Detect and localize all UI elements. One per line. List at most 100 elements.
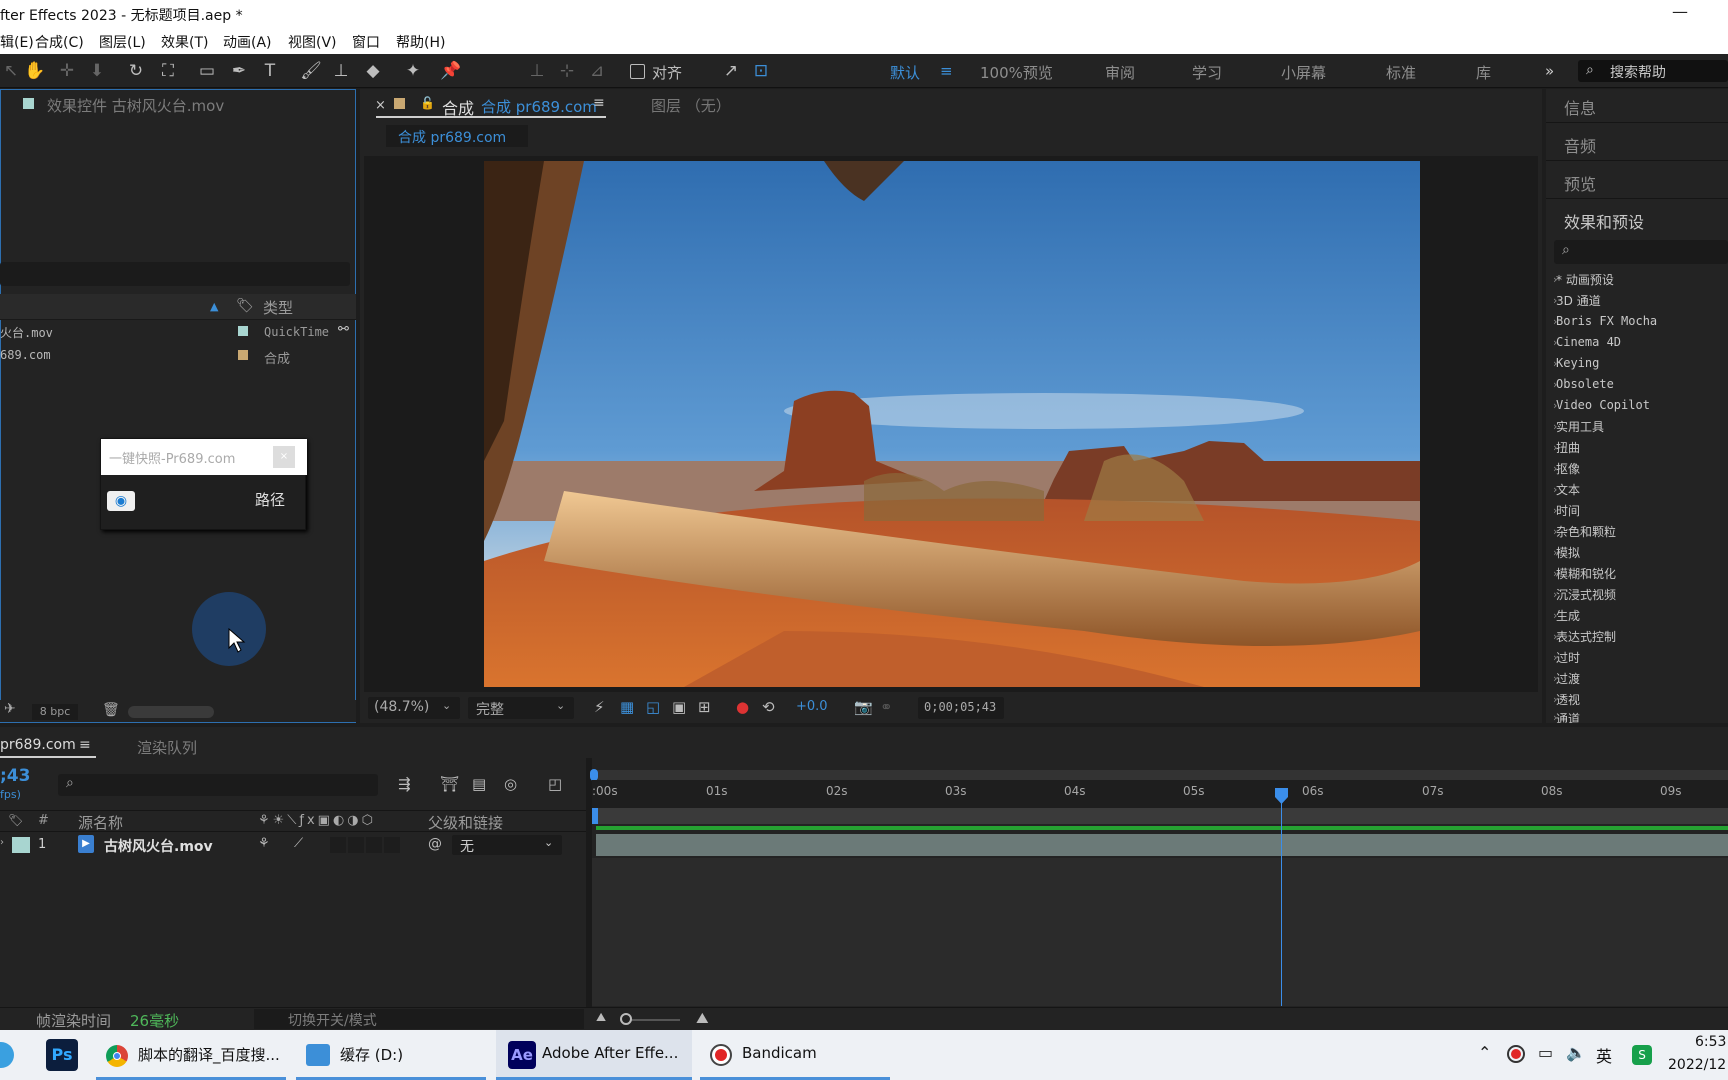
menu-effect[interactable]: 效果(T) [161, 32, 208, 52]
taskbar-item-chrome[interactable]: 脚本的翻译_百度搜... [96, 1030, 286, 1080]
effects-category[interactable]: 表达式控制 [1556, 628, 1616, 645]
eraser-tool-icon[interactable]: ◆ [362, 60, 384, 82]
zoom-in-icon[interactable]: ⛰ [696, 1009, 709, 1027]
effects-category[interactable]: 模拟 [1556, 544, 1580, 561]
align-checkbox[interactable] [630, 64, 645, 79]
workspace-review[interactable]: 审阅 [1105, 62, 1135, 83]
toggle-switches-modes-button[interactable]: 切换开关/模式 [254, 1009, 584, 1029]
clock-date[interactable]: 2022/12 [1668, 1057, 1726, 1073]
menu-help[interactable]: 帮助(H) [396, 32, 445, 52]
work-area-bar[interactable] [592, 770, 1728, 780]
source-name-header[interactable]: 源名称 [78, 812, 123, 833]
resolution-dropdown[interactable]: 完整 ⌄ [468, 697, 574, 719]
comp-flowchart-icon[interactable]: ⇶ [398, 775, 411, 793]
effects-category[interactable]: 实用工具 [1556, 418, 1604, 435]
expand-icon[interactable]: ↗ [720, 60, 742, 82]
brush-tool-icon[interactable]: 🖌 [300, 60, 322, 82]
timeline-timecode[interactable]: ;43 [0, 766, 30, 786]
layer-row[interactable]: › 1 ▶ 古树风火台.mov ⚘ ⟋ @ 无 ⌄ [0, 833, 590, 857]
workspace-preview[interactable]: 100%预览 [980, 62, 1053, 83]
ime-indicator[interactable]: 英 [1596, 1043, 1612, 1067]
workspace-overflow-icon[interactable]: » [1545, 62, 1554, 80]
render-queue-tab[interactable]: 渲染队列 [137, 737, 197, 758]
interpret-footage-icon[interactable]: ✈ [4, 701, 16, 717]
zoom-out-icon[interactable]: ⛰ [596, 1010, 606, 1025]
orbit-tool-icon[interactable]: ⬇ [86, 60, 108, 82]
effects-category[interactable]: Cinema 4D [1556, 335, 1621, 349]
puppet-tool-icon[interactable]: 📌 [440, 60, 462, 82]
parent-dropdown[interactable]: 无 ⌄ [452, 835, 562, 855]
effects-category[interactable]: 透视 [1556, 691, 1580, 708]
stamp-tool-icon[interactable]: ⊥ [330, 60, 352, 82]
project-search-input[interactable] [0, 262, 350, 286]
effect-controls-title[interactable]: 效果控件 古树风火台.mov [47, 95, 224, 116]
mask-visibility-icon[interactable]: ◱ [646, 698, 660, 716]
timeline-search-input[interactable]: ⌕ [58, 774, 378, 796]
layer-duration-bar[interactable] [596, 834, 1728, 856]
effects-category[interactable]: 抠像 [1556, 460, 1580, 477]
graph-editor-icon[interactable]: ◰ [548, 775, 562, 793]
expand-arrow-icon[interactable]: › [0, 837, 4, 848]
comp-tab-name[interactable]: 合成 pr689.com [481, 96, 597, 117]
layer-label-color[interactable] [12, 837, 30, 853]
menu-animation[interactable]: 动画(A) [223, 32, 272, 52]
taskbar-item-after-effects[interactable]: Ae Adobe After Effe... [496, 1030, 692, 1080]
comp-breadcrumb[interactable]: 合成 pr689.com [386, 125, 528, 147]
fast-preview-icon[interactable]: ⚡ [594, 698, 605, 716]
pick-whip-icon[interactable]: @ [428, 836, 442, 852]
effects-presets-header[interactable]: 效果和预设 [1564, 209, 1644, 233]
parent-link-header[interactable]: 父级和链接 [428, 812, 503, 833]
project-item-name[interactable]: 火台.mov [0, 324, 53, 341]
bpc-button[interactable]: 8 bpc [32, 704, 78, 720]
anchor-tool-icon[interactable]: ⛶ [157, 60, 179, 82]
effects-category[interactable]: 3D 通道 [1556, 292, 1601, 309]
workspace-standard[interactable]: 标准 [1386, 62, 1416, 83]
roto-tool-icon[interactable]: ✦ [402, 60, 424, 82]
trash-icon[interactable]: 🗑 [102, 702, 120, 718]
menu-window[interactable]: 窗口 [352, 32, 380, 52]
arrow-tool-icon[interactable]: ↖ [0, 60, 22, 82]
effects-category[interactable]: Obsolete [1556, 377, 1614, 391]
playhead-handle-icon[interactable] [1275, 788, 1288, 804]
path-label[interactable]: 路径 [255, 489, 285, 510]
shy-switch-icon[interactable]: ⚘ [258, 836, 270, 851]
camera-snapshot-icon[interactable]: 📷 [854, 698, 873, 716]
taskbar-item-explorer[interactable]: 缓存 (D:) [296, 1030, 486, 1080]
layer-tab[interactable]: 图层 （无） [651, 95, 731, 116]
effects-search-input[interactable]: ⌕ [1554, 240, 1728, 264]
region-of-interest-icon[interactable]: ▣ [672, 698, 686, 716]
snap-icon[interactable]: ⊡ [750, 60, 772, 82]
quality-switch-icon[interactable]: ⟋ [294, 836, 303, 851]
text-tool-icon[interactable]: T [259, 60, 281, 82]
photoshop-icon[interactable]: Ps [46, 1039, 78, 1071]
effects-category[interactable]: 时间 [1556, 502, 1580, 519]
project-item-name[interactable]: 689.com [0, 348, 51, 362]
minimize-button[interactable]: — [1672, 2, 1688, 21]
layer-switches[interactable] [330, 837, 402, 853]
show-snapshot-icon[interactable]: ⚭ [880, 698, 893, 716]
network-icon[interactable]: ▭ [1538, 1043, 1553, 1062]
tray-overflow-icon[interactable]: ⌃ [1478, 1043, 1491, 1062]
effects-category[interactable]: * 动画预设 [1556, 271, 1614, 288]
effects-category[interactable]: Video Copilot [1556, 398, 1650, 412]
close-tab-icon[interactable]: × [375, 98, 386, 113]
exposure-value[interactable]: +0.0 [796, 699, 828, 714]
zoom-dropdown[interactable]: (48.7%) ⌄ [368, 697, 460, 719]
effects-category[interactable]: 扭曲 [1556, 439, 1580, 456]
transparency-grid-icon[interactable]: ▦ [620, 698, 634, 716]
effects-category[interactable]: Boris FX Mocha [1556, 314, 1657, 328]
audio-panel-header[interactable]: 音频 [1564, 133, 1596, 157]
tab-menu-icon[interactable]: ≡ [79, 737, 91, 753]
frame-blending-icon[interactable]: ▤ [472, 775, 486, 793]
flowchart-icon[interactable]: ⚯ [338, 322, 349, 337]
taskbar-item-bandicam[interactable]: Bandicam [700, 1030, 890, 1080]
workspace-learn[interactable]: 学习 [1192, 62, 1222, 83]
sort-up-icon[interactable]: ▲ [210, 300, 218, 313]
rotate-tool-icon[interactable]: ↻ [125, 60, 147, 82]
timeline-tab-name[interactable]: pr689.com [0, 737, 76, 753]
menu-edit[interactable]: 辑(E) [0, 32, 34, 52]
workspace-menu-icon[interactable]: ≡ [940, 62, 953, 80]
pen-tool-icon[interactable]: ✒ [228, 60, 250, 82]
type-column-header[interactable]: 类型 [263, 297, 293, 318]
effects-category[interactable]: 模糊和锐化 [1556, 565, 1616, 582]
